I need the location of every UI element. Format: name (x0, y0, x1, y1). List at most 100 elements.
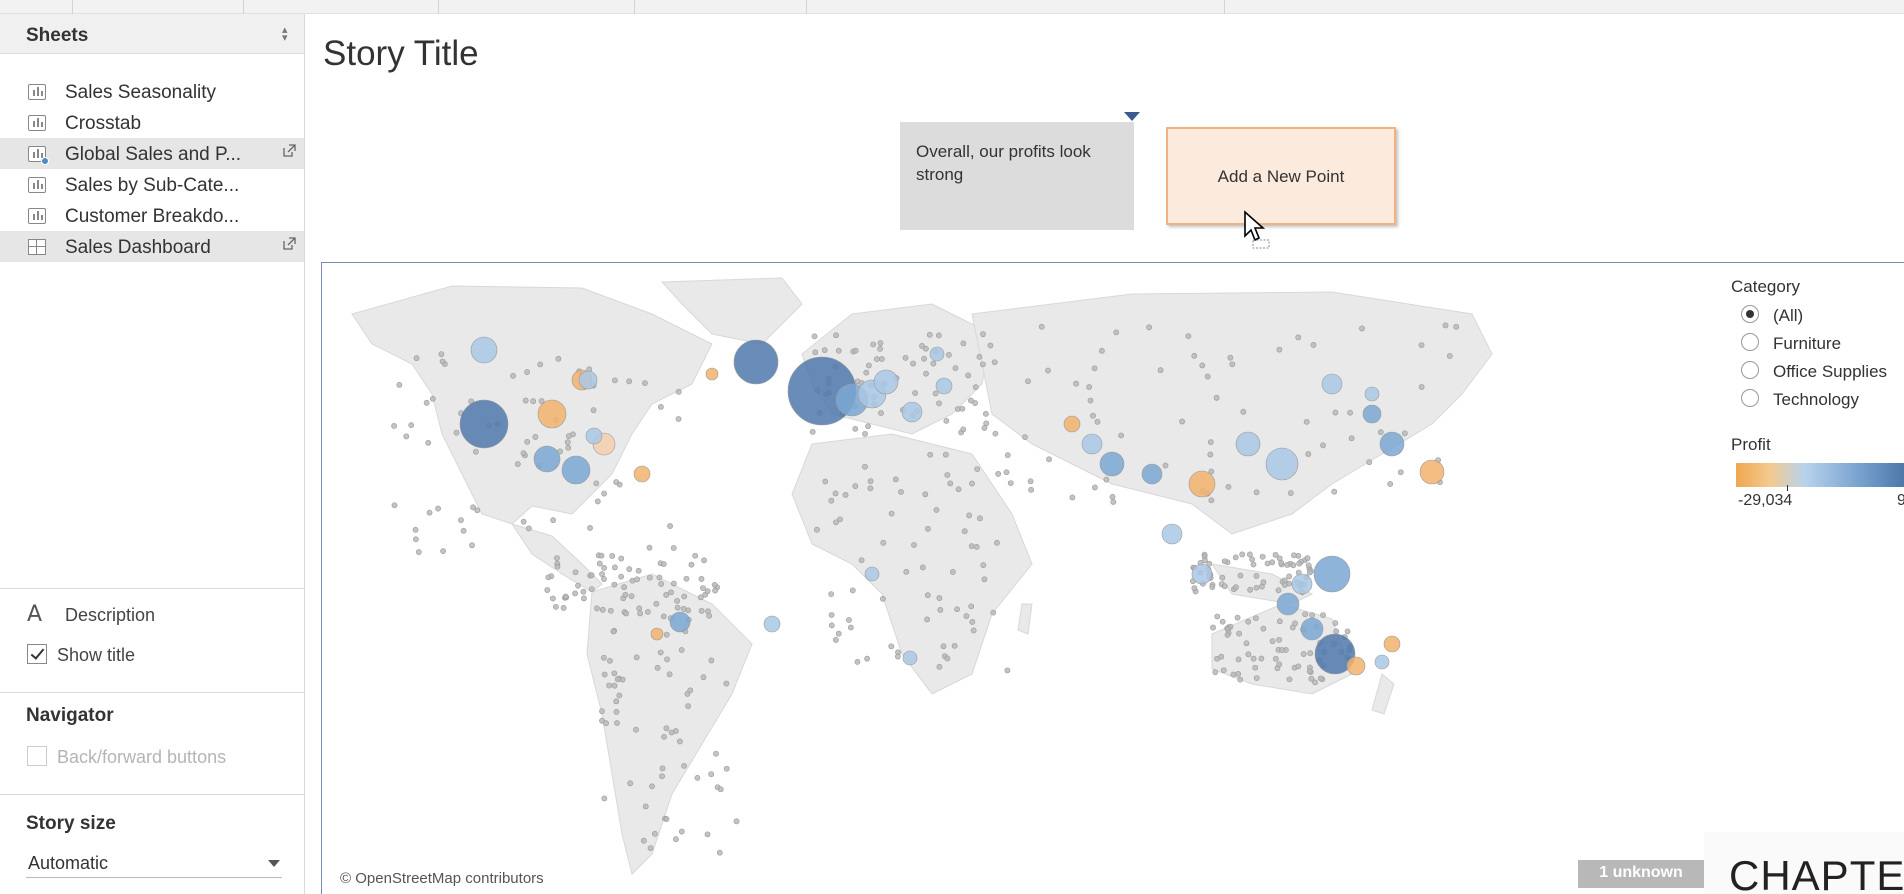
location-mark[interactable] (587, 525, 593, 531)
location-mark[interactable] (846, 617, 852, 623)
location-mark[interactable] (403, 433, 410, 440)
location-mark[interactable] (613, 479, 620, 485)
location-mark[interactable] (594, 498, 601, 505)
location-mark[interactable] (1098, 347, 1105, 354)
location-mark[interactable] (1279, 647, 1285, 653)
location-mark[interactable] (601, 576, 607, 582)
location-mark[interactable] (979, 361, 986, 368)
location-mark[interactable] (1188, 470, 1216, 498)
back-forward-checkbox[interactable] (27, 746, 47, 766)
category-option-label[interactable]: (All) (1773, 306, 1803, 326)
location-mark[interactable] (991, 359, 998, 366)
location-mark[interactable] (1235, 431, 1261, 457)
location-mark[interactable] (572, 569, 579, 576)
location-mark[interactable] (935, 332, 942, 339)
location-mark[interactable] (688, 561, 695, 568)
location-mark[interactable] (1418, 342, 1425, 349)
location-mark[interactable] (1094, 418, 1101, 425)
location-mark[interactable] (1185, 333, 1192, 339)
location-mark[interactable] (1332, 409, 1339, 416)
location-mark[interactable] (832, 490, 839, 497)
location-mark[interactable] (673, 836, 679, 843)
location-mark[interactable] (607, 657, 613, 664)
location-mark[interactable] (663, 725, 670, 732)
location-mark[interactable] (642, 380, 648, 387)
location-mark[interactable] (694, 774, 701, 781)
location-mark[interactable] (1320, 442, 1326, 449)
location-mark[interactable] (966, 512, 973, 519)
location-mark[interactable] (697, 594, 704, 601)
world-map[interactable] (332, 274, 1718, 894)
location-mark[interactable] (892, 476, 899, 483)
location-mark[interactable] (700, 674, 707, 681)
location-mark[interactable] (470, 336, 498, 364)
location-mark[interactable] (1227, 354, 1234, 361)
location-mark[interactable] (968, 397, 974, 404)
location-mark[interactable] (1243, 640, 1250, 647)
location-mark[interactable] (472, 448, 479, 455)
location-mark[interactable] (675, 416, 682, 422)
location-mark[interactable] (873, 356, 880, 362)
location-mark[interactable] (911, 542, 917, 548)
location-mark[interactable] (596, 560, 603, 567)
location-mark[interactable] (937, 606, 944, 613)
location-mark[interactable] (646, 574, 653, 581)
location-mark[interactable] (990, 609, 997, 616)
sort-icon[interactable]: ▴ ▾ (282, 25, 288, 44)
location-mark[interactable] (1204, 373, 1211, 380)
category-option-label[interactable]: Office Supplies (1773, 362, 1887, 382)
location-mark[interactable] (612, 377, 618, 384)
location-mark[interactable] (1245, 651, 1252, 658)
location-mark[interactable] (554, 563, 561, 570)
location-mark[interactable] (1003, 469, 1010, 476)
location-mark[interactable] (533, 445, 561, 473)
location-mark[interactable] (659, 765, 666, 772)
location-mark[interactable] (1287, 490, 1294, 496)
location-mark[interactable] (425, 439, 432, 446)
location-mark[interactable] (704, 831, 711, 838)
location-mark[interactable] (974, 466, 981, 472)
location-mark[interactable] (880, 595, 886, 602)
location-mark[interactable] (919, 564, 926, 571)
location-mark[interactable] (877, 345, 883, 352)
location-mark[interactable] (569, 431, 576, 438)
location-mark[interactable] (902, 354, 909, 361)
location-mark[interactable] (1191, 585, 1198, 592)
location-mark[interactable] (933, 507, 940, 513)
location-mark[interactable] (1348, 435, 1355, 442)
location-mark[interactable] (1237, 572, 1244, 579)
location-mark[interactable] (1290, 562, 1297, 569)
location-mark[interactable] (700, 585, 706, 592)
location-mark[interactable] (922, 345, 929, 352)
location-mark[interactable] (1207, 439, 1214, 445)
location-mark[interactable] (867, 485, 874, 492)
location-mark[interactable] (670, 580, 677, 587)
location-mark[interactable] (954, 606, 960, 613)
location-mark[interactable] (1250, 561, 1257, 568)
location-mark[interactable] (1304, 555, 1311, 562)
location-mark[interactable] (1214, 613, 1221, 620)
location-mark[interactable] (1202, 557, 1208, 564)
location-mark[interactable] (708, 657, 715, 664)
location-mark[interactable] (614, 720, 620, 726)
location-mark[interactable] (599, 606, 606, 613)
location-mark[interactable] (698, 607, 705, 614)
sheet-item-customer-breakdown[interactable]: Customer Breakdo... (0, 200, 304, 231)
location-mark[interactable] (1260, 579, 1267, 586)
location-mark[interactable] (972, 384, 979, 391)
location-mark[interactable] (943, 417, 950, 424)
location-mark[interactable] (929, 346, 945, 362)
location-mark[interactable] (698, 576, 705, 582)
category-radio-office-supplies[interactable] (1741, 361, 1759, 379)
location-mark[interactable] (936, 595, 943, 601)
location-mark[interactable] (712, 587, 718, 594)
location-mark[interactable] (828, 612, 835, 618)
location-mark[interactable] (550, 517, 557, 524)
location-mark[interactable] (716, 849, 723, 856)
location-mark[interactable] (628, 593, 635, 600)
location-mark[interactable] (537, 361, 544, 368)
location-mark[interactable] (1250, 655, 1257, 662)
location-mark[interactable] (581, 595, 587, 602)
location-mark[interactable] (593, 480, 600, 487)
location-mark[interactable] (862, 463, 868, 470)
